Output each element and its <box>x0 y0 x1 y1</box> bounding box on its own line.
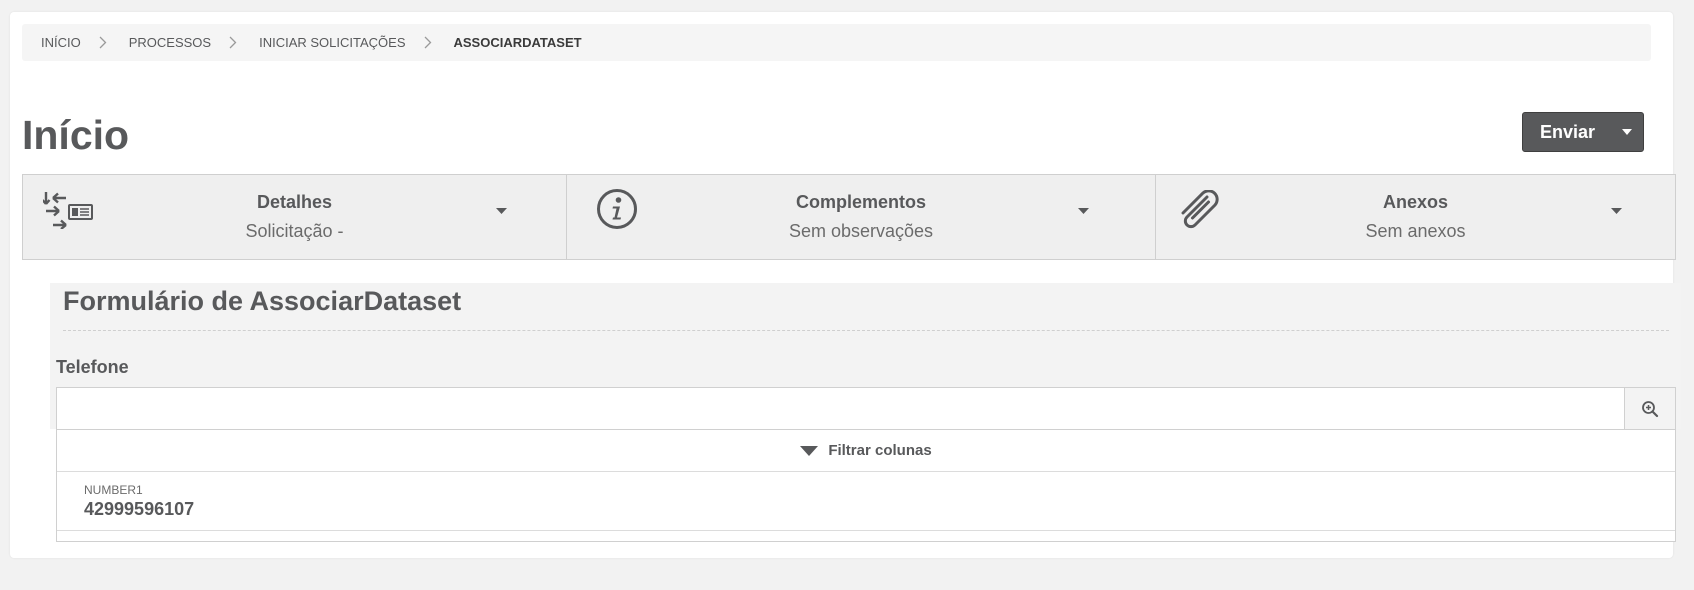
telefone-label: Telefone <box>56 357 129 377</box>
tab-detalhes[interactable]: Detalhes Solicitação - <box>22 174 567 260</box>
filter-columns-toggle[interactable]: Filtrar colunas <box>57 430 1675 472</box>
search-button[interactable] <box>1624 388 1675 429</box>
tab-complementos-subtitle: Sem observações <box>788 221 934 241</box>
breadcrumb-item-processos[interactable]: PROCESSOS <box>129 35 211 50</box>
chevron-right-icon <box>424 36 432 49</box>
breadcrumb: INÍCIO PROCESSOS INICIAR SOLICITAÇÕES AS… <box>22 24 1651 61</box>
page-title: Início <box>22 112 130 158</box>
caret-down-icon <box>1611 201 1622 219</box>
tab-complementos[interactable]: Complementos Sem observações <box>566 174 1156 260</box>
breadcrumb-item-iniciar-solicitacoes[interactable]: INICIAR SOLICITAÇÕES <box>259 35 405 50</box>
telefone-field[interactable] <box>56 387 1676 430</box>
tab-complementos-title: Complementos <box>795 192 927 212</box>
caret-down-icon <box>800 445 819 456</box>
tab-detalhes-subtitle: Solicitação - <box>245 221 344 241</box>
send-dropdown-toggle[interactable] <box>1610 113 1643 151</box>
form-divider <box>63 330 1669 331</box>
zoom-in-icon <box>1642 400 1659 417</box>
send-button-group: Enviar <box>1522 112 1644 152</box>
request-tabs: Detalhes Solicitação - Complementos Sem … <box>22 174 1676 260</box>
result-column-name: NUMBER1 <box>84 483 143 497</box>
telefone-results-dropdown: Filtrar colunas NUMBER1 42999596107 <box>56 429 1676 542</box>
chevron-right-icon <box>99 36 107 49</box>
tab-detalhes-title: Detalhes <box>256 192 333 212</box>
filter-columns-label: Filtrar colunas <box>828 442 932 459</box>
form-title: Formulário de AssociarDataset <box>63 286 462 316</box>
send-button[interactable]: Enviar <box>1523 122 1610 143</box>
tab-anexos-subtitle: Sem anexos <box>1365 221 1466 241</box>
breadcrumb-item-inicio[interactable]: INÍCIO <box>41 35 81 50</box>
breadcrumb-item-current: ASSOCIARDATASET <box>453 35 582 50</box>
tab-anexos[interactable]: Anexos Sem anexos <box>1155 174 1676 260</box>
chevron-right-icon <box>229 36 237 49</box>
caret-down-icon <box>1078 201 1089 219</box>
caret-down-icon <box>496 201 507 219</box>
caret-down-icon <box>1621 129 1632 135</box>
result-value: 42999596107 <box>84 499 195 519</box>
result-row[interactable]: NUMBER1 42999596107 <box>57 472 1675 531</box>
tab-anexos-title: Anexos <box>1382 192 1449 212</box>
